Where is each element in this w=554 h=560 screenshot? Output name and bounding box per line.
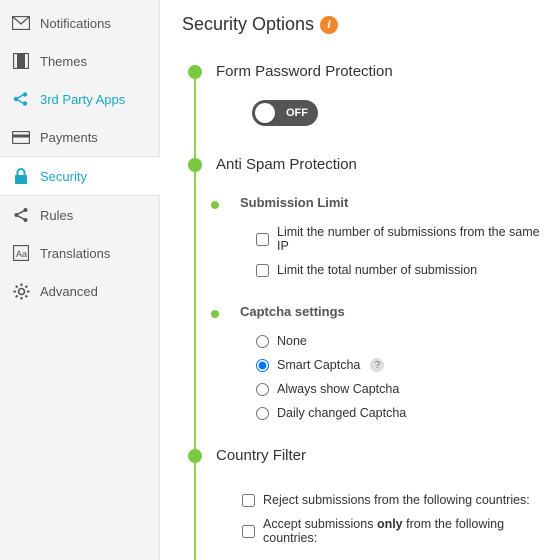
themes-icon — [12, 52, 30, 70]
section-anti-spam: Anti Spam Protection — [188, 156, 544, 173]
radio-input[interactable] — [256, 335, 269, 348]
sidebar-item-label: Themes — [40, 54, 87, 69]
toggle-label: OFF — [286, 107, 308, 119]
sidebar-item-advanced[interactable]: Advanced — [0, 272, 159, 310]
radio-captcha-daily[interactable]: Daily changed Captcha — [256, 401, 544, 425]
sidebar-item-label: Translations — [40, 246, 110, 261]
svg-text:Aa: Aa — [16, 249, 27, 259]
checkbox-limit-same-ip[interactable]: Limit the number of submissions from the… — [256, 220, 544, 258]
translate-icon: Aa — [12, 244, 30, 262]
section-title: Anti Spam Protection — [216, 156, 544, 173]
sidebar-item-label: Payments — [40, 130, 98, 145]
section-title: Country Filter — [216, 447, 544, 464]
radio-input[interactable] — [256, 359, 269, 372]
section-title: Form Password Protection — [216, 63, 544, 80]
option-label: Daily changed Captcha — [277, 406, 406, 420]
timeline-dot-icon — [211, 201, 219, 209]
timeline-dot-icon — [188, 65, 202, 79]
share-alt-icon — [12, 206, 30, 224]
sidebar: Notifications Themes 3rd Party Apps Paym… — [0, 0, 160, 560]
checkbox-accept-only-countries[interactable]: Accept submissions only from the followi… — [242, 512, 544, 550]
radio-captcha-always[interactable]: Always show Captcha — [256, 377, 544, 401]
section-country-filter: Country Filter Reject submissions from t… — [188, 447, 544, 550]
sidebar-item-3rd-party-apps[interactable]: 3rd Party Apps — [0, 80, 159, 118]
gear-icon — [12, 282, 30, 300]
toggle-knob-icon — [255, 103, 275, 123]
option-label: Always show Captcha — [277, 382, 399, 396]
option-label: Smart Captcha — [277, 358, 360, 372]
page-title: Security Options i — [182, 14, 544, 35]
main-content: Security Options i Form Password Protect… — [160, 0, 554, 560]
checkbox-limit-total[interactable]: Limit the total number of submission — [256, 258, 544, 282]
sidebar-item-label: Notifications — [40, 16, 111, 31]
option-label: Limit the number of submissions from the… — [277, 225, 544, 253]
password-toggle[interactable]: OFF — [252, 100, 318, 126]
envelope-icon — [12, 14, 30, 32]
checkbox-input[interactable] — [256, 264, 269, 277]
info-icon[interactable]: i — [320, 16, 338, 34]
radio-input[interactable] — [256, 383, 269, 396]
option-label: Accept submissions only from the followi… — [263, 517, 544, 545]
sidebar-item-translations[interactable]: Aa Translations — [0, 234, 159, 272]
sidebar-item-label: Rules — [40, 208, 73, 223]
timeline: Form Password Protection OFF Anti Spam P… — [188, 63, 544, 550]
sidebar-item-label: Security — [40, 169, 87, 184]
credit-card-icon — [12, 128, 30, 146]
radio-input[interactable] — [256, 407, 269, 420]
share-nodes-icon — [12, 90, 30, 108]
sidebar-item-payments[interactable]: Payments — [0, 118, 159, 156]
sidebar-item-label: 3rd Party Apps — [40, 92, 125, 107]
checkbox-input[interactable] — [242, 494, 255, 507]
sidebar-item-security[interactable]: Security — [0, 156, 160, 196]
sidebar-item-notifications[interactable]: Notifications — [0, 4, 159, 42]
radio-captcha-smart[interactable]: Smart Captcha ? — [256, 353, 544, 377]
section-form-password: Form Password Protection OFF — [188, 63, 544, 134]
sidebar-item-rules[interactable]: Rules — [0, 196, 159, 234]
checkbox-reject-countries[interactable]: Reject submissions from the following co… — [242, 488, 544, 512]
section-captcha: Captcha settings None Smart Captcha ? — [208, 304, 544, 425]
option-label: Limit the total number of submission — [277, 263, 477, 277]
checkbox-input[interactable] — [242, 525, 255, 538]
section-title: Submission Limit — [240, 195, 544, 210]
radio-captcha-none[interactable]: None — [256, 329, 544, 353]
sidebar-item-themes[interactable]: Themes — [0, 42, 159, 80]
option-label: None — [277, 334, 307, 348]
help-icon[interactable]: ? — [370, 358, 384, 372]
timeline-dot-icon — [188, 449, 202, 463]
page-title-text: Security Options — [182, 14, 314, 35]
lock-icon — [12, 167, 30, 185]
checkbox-input[interactable] — [256, 233, 269, 246]
section-submission-limit: Submission Limit Limit the number of sub… — [208, 195, 544, 282]
timeline-dot-icon — [211, 310, 219, 318]
section-title: Captcha settings — [240, 304, 544, 319]
sidebar-item-label: Advanced — [40, 284, 98, 299]
timeline-dot-icon — [188, 158, 202, 172]
option-label: Reject submissions from the following co… — [263, 493, 530, 507]
